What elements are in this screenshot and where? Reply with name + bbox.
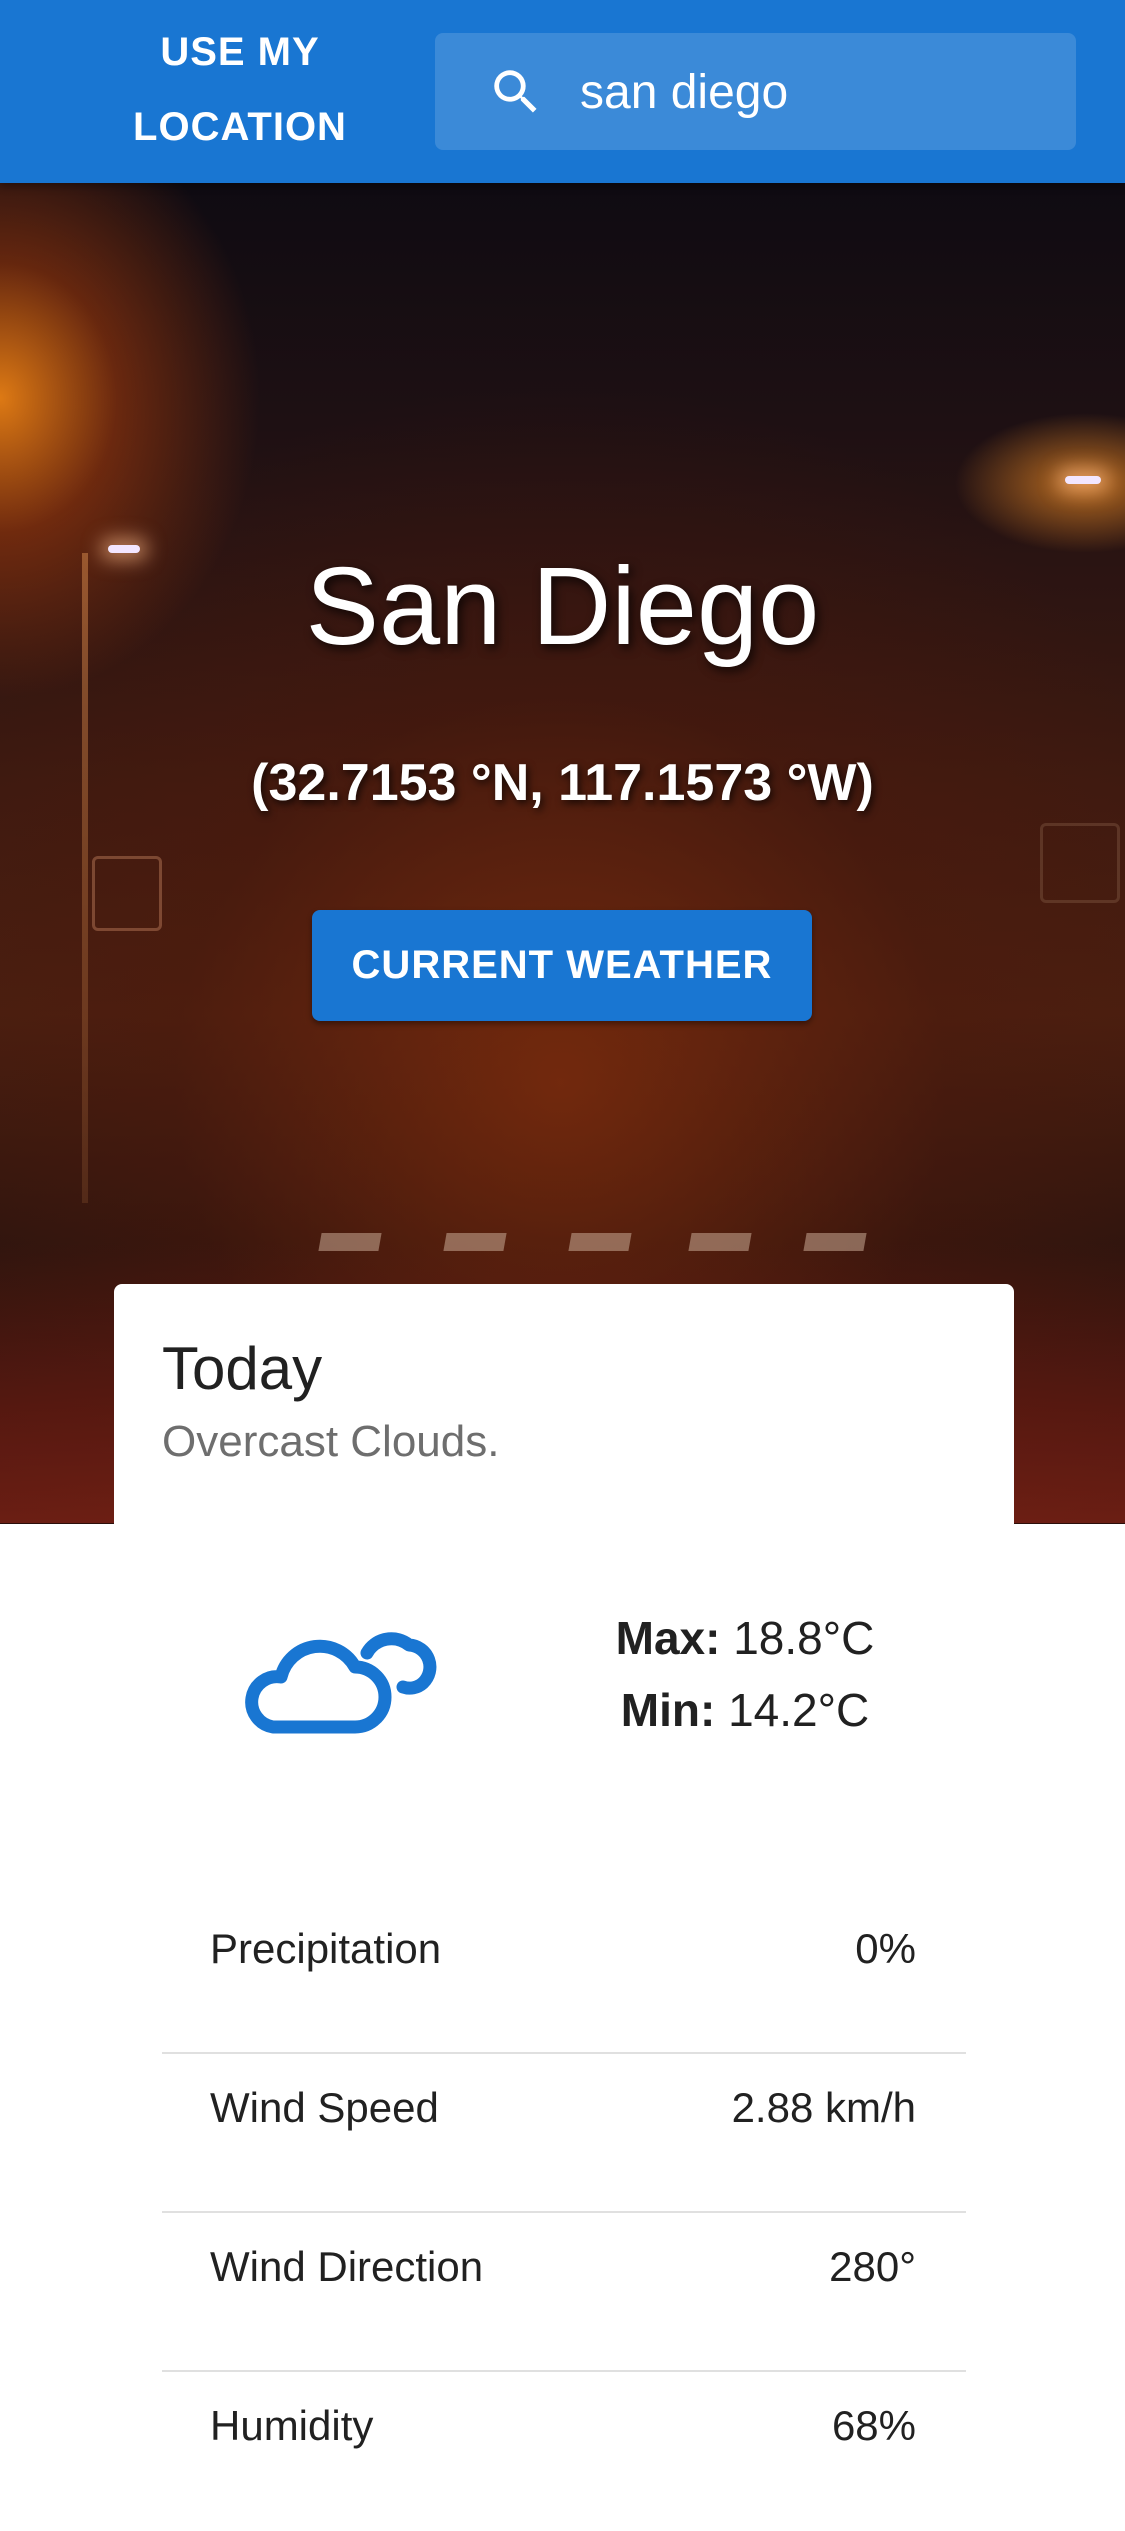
background-crosswalk [803,1233,867,1251]
detail-value: 68% [831,2402,916,2449]
max-temperature: Max: 18.8°C [560,1602,930,1674]
background-crosswalk [318,1233,382,1251]
cloud-icon [245,1632,437,1734]
detail-value: 280° [829,2243,916,2290]
detail-label: Wind Direction [210,2243,484,2290]
background-crosswalk [568,1233,632,1251]
city-coordinates: (32.7153 °N, 117.1573 °W) [251,754,874,812]
background-sign [1040,823,1120,903]
search-icon [494,70,537,113]
search-input[interactable] [580,57,1050,127]
detail-row-precipitation: Precipitation 0% [162,1895,966,2054]
max-value: 18.8°C [733,1612,875,1664]
detail-label: Wind Speed [210,2084,439,2131]
detail-label: Humidity [210,2402,374,2449]
detail-label: Precipitation [210,1925,442,1972]
background-sign [92,856,162,931]
search-box[interactable] [435,33,1076,150]
detail-value: 2.88 km/h [731,2084,916,2131]
min-temperature: Min: 14.2°C [560,1674,930,1746]
min-label: Min: [620,1684,716,1736]
temperature-range: Max: 18.8°C Min: 14.2°C [560,1602,930,1746]
background-lamp-light [1065,476,1101,484]
detail-value: 0% [855,1925,916,1972]
detail-row-wind-direction: Wind Direction 280° [162,2213,966,2372]
weather-condition: Overcast Clouds. [162,1417,500,1466]
city-name: San Diego [305,545,820,668]
weather-details-list: Precipitation 0% Wind Speed 2.88 km/h Wi… [162,1895,966,2531]
today-card: Today Overcast Clouds. [114,1284,1014,1544]
card-title: Today [162,1335,323,1402]
max-label: Max: [615,1612,721,1664]
app-header: USE MY LOCATION [0,0,1125,183]
detail-row-humidity: Humidity 68% [162,2372,966,2531]
detail-row-wind-speed: Wind Speed 2.88 km/h [162,2054,966,2213]
background-crosswalk [443,1233,507,1251]
use-my-location-button[interactable]: USE MY LOCATION [95,20,385,160]
background-crosswalk [688,1233,752,1251]
current-weather-button[interactable]: CURRENT WEATHER [312,910,812,1021]
min-value: 14.2°C [728,1684,870,1736]
